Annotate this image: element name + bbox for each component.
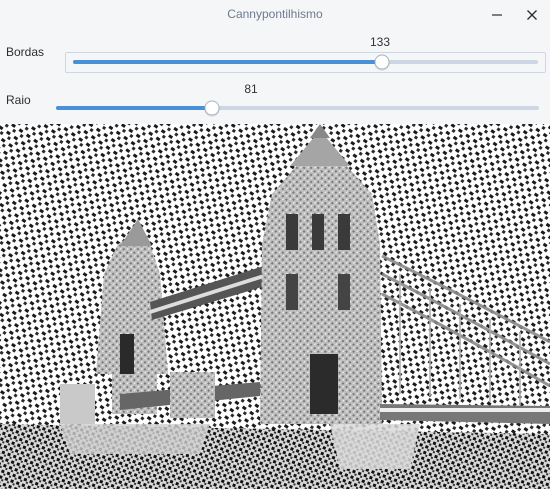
bordas-slider-track[interactable] [73, 60, 538, 64]
close-button[interactable] [522, 5, 542, 25]
raio-slider-thumb[interactable] [204, 100, 220, 116]
title-bar: Cannypontilhismo [0, 0, 550, 30]
raio-slider-fill [56, 106, 213, 110]
raio-value: 81 [244, 82, 258, 96]
minimize-button[interactable] [487, 5, 507, 25]
bordas-slider-fill [73, 60, 383, 64]
tower-bridge-image [0, 124, 550, 489]
raio-label: Raio [6, 93, 31, 107]
close-icon [527, 10, 537, 20]
raio-slider-track[interactable] [56, 106, 539, 110]
pointillism-output-image [0, 124, 550, 489]
window-title: Cannypontilhismo [227, 7, 323, 21]
bordas-value: 133 [369, 35, 391, 49]
bordas-slider-frame [65, 52, 546, 73]
minimize-icon [492, 14, 502, 16]
bordas-label: Bordas [6, 45, 45, 59]
bordas-slider-thumb[interactable] [374, 54, 390, 70]
